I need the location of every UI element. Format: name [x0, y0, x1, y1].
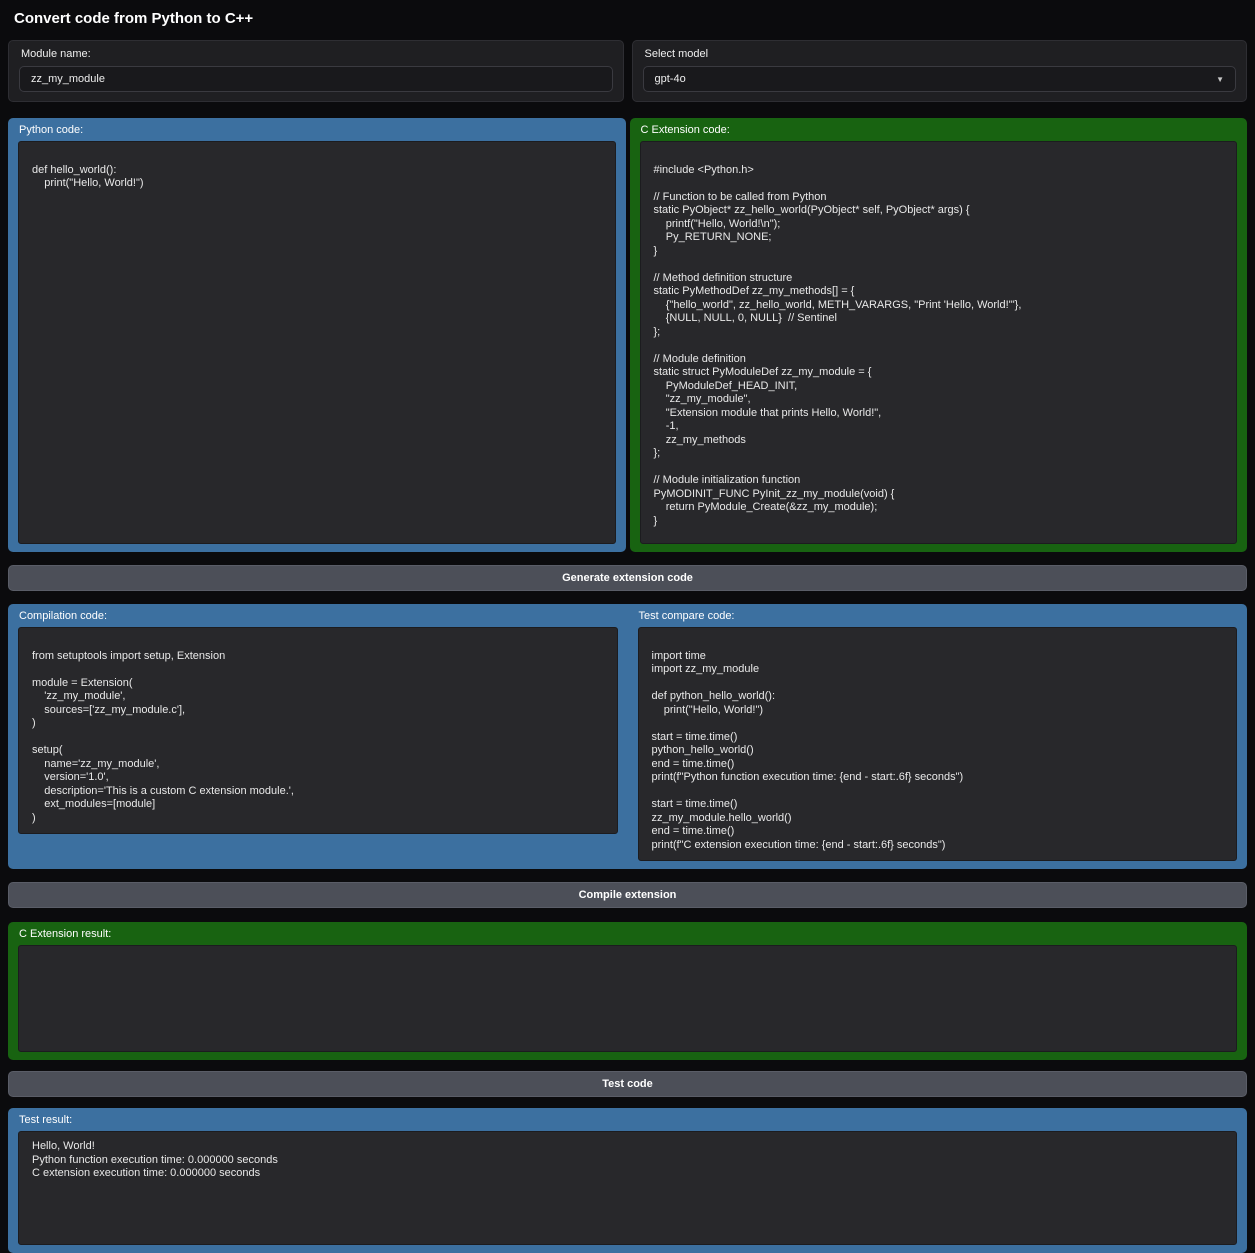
- compilation-code-textarea[interactable]: from setuptools import setup, Extension …: [18, 627, 618, 834]
- module-name-group: Module name:: [8, 40, 624, 102]
- settings-row: Module name: Select model gpt-4o ▼: [8, 40, 1247, 102]
- test-compare-code-label: Test compare code:: [638, 609, 1238, 623]
- c-extension-result-panel: C Extension result:: [8, 922, 1247, 1060]
- module-name-input[interactable]: [19, 66, 613, 92]
- generate-extension-code-button[interactable]: Generate extension code: [8, 565, 1247, 591]
- model-select-group: Select model gpt-4o ▼: [632, 40, 1248, 102]
- c-extension-code-textarea[interactable]: #include <Python.h> // Function to be ca…: [640, 141, 1238, 544]
- compile-extension-button[interactable]: Compile extension: [8, 882, 1247, 908]
- page-title: Convert code from Python to C++: [8, 10, 1247, 27]
- c-extension-code-label: C Extension code:: [640, 123, 1238, 137]
- compilation-code-label: Compilation code:: [18, 609, 618, 623]
- model-select-value: gpt-4o: [655, 73, 686, 85]
- test-result-textarea[interactable]: Hello, World! Python function execution …: [18, 1131, 1237, 1245]
- python-code-panel: Python code: def hello_world(): print("H…: [8, 118, 626, 552]
- test-result-panel: Test result: Hello, World! Python functi…: [8, 1108, 1247, 1253]
- test-code-button[interactable]: Test code: [8, 1071, 1247, 1097]
- compilation-row-panel: Compilation code: from setuptools import…: [8, 604, 1247, 869]
- module-name-label: Module name:: [19, 47, 613, 61]
- model-select-dropdown[interactable]: gpt-4o ▼: [643, 66, 1237, 92]
- python-code-textarea[interactable]: def hello_world(): print("Hello, World!"…: [18, 141, 616, 544]
- chevron-down-icon: ▼: [1216, 75, 1224, 84]
- model-select-label: Select model: [643, 47, 1237, 61]
- code-row: Python code: def hello_world(): print("H…: [8, 118, 1247, 552]
- c-extension-result-label: C Extension result:: [18, 927, 1237, 941]
- test-result-label: Test result:: [18, 1113, 1237, 1127]
- test-compare-code-textarea[interactable]: import time import zz_my_module def pyth…: [638, 627, 1238, 861]
- python-code-label: Python code:: [18, 123, 616, 137]
- c-extension-result-textarea[interactable]: [18, 945, 1237, 1052]
- test-compare-code-column: Test compare code: import time import zz…: [638, 609, 1238, 861]
- c-extension-code-panel: C Extension code: #include <Python.h> //…: [630, 118, 1248, 552]
- compilation-code-column: Compilation code: from setuptools import…: [18, 609, 618, 861]
